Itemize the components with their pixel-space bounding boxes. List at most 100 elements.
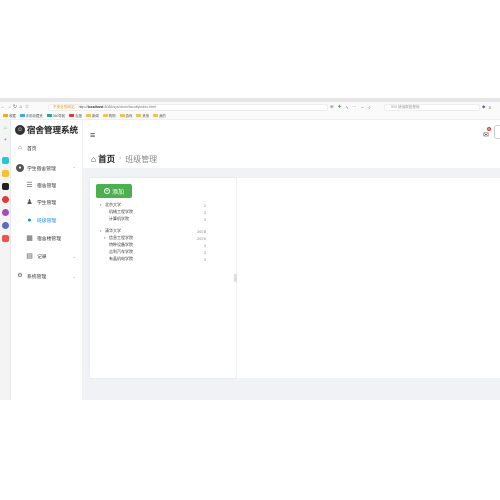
sidebar-item-building[interactable]: ▦ 宿舍楼管理	[25, 234, 61, 243]
tree-node[interactable]: 吉利汽车学院 3	[100, 249, 210, 255]
game-app-icon[interactable]	[2, 183, 9, 190]
sidebar-item-class[interactable]: ● 班级管理	[25, 216, 56, 225]
address-bar[interactable]: 不安全的网站 http:// localhost :8088/sys/dorm/…	[48, 103, 328, 111]
plus-icon: +	[103, 188, 110, 194]
bookmark-item[interactable]: 百度	[69, 113, 82, 118]
screen: ← → ↻ ⌂ ☆ 不安全的网站 http:// localhost :8088…	[0, 98, 500, 400]
url-prefix: http://	[78, 105, 88, 109]
menu-icon[interactable]: ≡	[488, 105, 491, 110]
list-icon: ☰	[26, 182, 33, 189]
app-sidebar: ☺ 宿舍管理系统 ⌂ 首页 ♦ 学生宿舍管理 ⌃ ☰ 宿舍管理 ♟ 学生管理 ●…	[11, 120, 83, 400]
sidebar-item-settings[interactable]: ⚙ 系统管理 ⌄	[16, 272, 82, 280]
sidebar-item-student[interactable]: ♟ 学生管理	[25, 198, 56, 207]
chevron-up-icon: ⌃	[72, 165, 76, 171]
browser-tools: ⊕ ✚ ϟ ⋯ ⌄ ⌕	[330, 102, 371, 112]
breadcrumb-separator: ›	[119, 156, 122, 162]
extension-icon[interactable]: ✚	[338, 104, 342, 110]
url-host: localhost	[87, 105, 104, 109]
folder-icon	[19, 113, 25, 118]
gear-icon: ⚙	[17, 273, 23, 279]
tree-node[interactable]: ▾ 北京大学 2	[100, 202, 210, 208]
tree-node-label: 机械工程学院	[109, 209, 133, 214]
splitter-handle[interactable]	[234, 274, 237, 282]
tree-node-label: 特种设备学院	[109, 242, 133, 247]
bookmark-item[interactable]: 新闻	[85, 113, 99, 118]
record-icon: ▤	[26, 253, 33, 260]
bookmarks-bar: 收藏 手机收藏夹 360导航 百度 新闻 购物 游戏 其他 我的	[0, 112, 500, 120]
bookmark-item[interactable]: 360导航	[46, 113, 65, 118]
more-icon[interactable]: ⋯	[352, 104, 357, 110]
tree-node[interactable]: ▾ 信息工程学院 2676	[100, 235, 210, 241]
bookmark-item[interactable]: 购物	[102, 113, 116, 118]
tree-node-count: 3	[203, 216, 206, 222]
tree-node-count: 3	[203, 256, 206, 262]
tree-node[interactable]: ▾ 清华大学 2678	[100, 228, 210, 234]
lightning-icon[interactable]: ϟ	[346, 105, 348, 110]
add-app-icon[interactable]: +	[2, 137, 9, 144]
sidebar-item-home[interactable]: ⌂ 首页	[16, 144, 36, 152]
tree-node-count: 3	[203, 249, 206, 255]
tree-node-count: 3	[203, 242, 206, 248]
tree-node-label: 计算机学院	[109, 216, 129, 221]
app-title: 宿舍管理系统	[27, 125, 79, 135]
tree-node-label: 信息工程学院	[109, 235, 133, 240]
sidebar-group-dorm[interactable]: ♦ 学生宿舍管理 ⌃	[16, 164, 82, 172]
tree-node[interactable]: 计算机学院 3	[100, 216, 210, 222]
tree-node[interactable]: 机械工程学院 3	[100, 209, 210, 215]
bookmark-item[interactable]: 其他	[136, 113, 149, 118]
favorite-icon[interactable]: ☆	[24, 104, 30, 110]
breadcrumb-current: 班级管理	[125, 154, 158, 164]
security-label: 不安全的网站	[53, 104, 75, 109]
dropdown-icon[interactable]: ⌄	[360, 104, 364, 110]
tree-node-count: 2676	[197, 235, 206, 241]
cloud-app-icon[interactable]	[2, 222, 9, 229]
app-logo: ☺ 宿舍管理系统	[15, 124, 78, 136]
browser-side-strip: ⌂ +	[0, 120, 11, 400]
url-path: :8088/sys/dorm/facultyIndex.html	[103, 105, 156, 109]
tree-node-label: 北京大学	[105, 202, 121, 207]
tree-node[interactable]: 有晶机电学院 3	[100, 256, 210, 262]
folder-icon	[119, 113, 125, 118]
tree-node-count: 2678	[197, 228, 206, 234]
avatar[interactable]	[494, 125, 500, 139]
tree-node-count: 2	[203, 202, 206, 208]
folder-icon	[153, 113, 159, 118]
home-app-icon[interactable]: ⌂	[2, 125, 9, 132]
bookmark-item[interactable]: 游戏	[119, 113, 132, 118]
bookmark-item[interactable]: 手机收藏夹	[19, 113, 43, 118]
sidebar-item-record[interactable]: ▤ 记录 ⌄	[25, 252, 82, 261]
mail-badge: 0	[487, 127, 491, 131]
search-icon[interactable]: ⌕	[368, 105, 371, 110]
folder-icon	[85, 113, 91, 118]
gamepad-app-icon[interactable]	[2, 235, 9, 242]
chevron-down-icon: ⌄	[72, 273, 76, 279]
folder-icon	[69, 113, 75, 118]
shield-icon[interactable]: ◆	[482, 104, 485, 110]
bookmark-item[interactable]: 我的	[153, 113, 166, 118]
home-icon: ⌂	[91, 154, 97, 164]
home-icon: ⌂	[18, 145, 22, 151]
zoom-icon[interactable]: ⊕	[330, 104, 334, 110]
mail-app-icon[interactable]	[2, 157, 9, 164]
folder-icon	[136, 113, 142, 118]
user-icon: ♟	[26, 199, 33, 206]
note-app-icon[interactable]	[2, 170, 9, 177]
tree-node[interactable]: 特种设备学院 3	[100, 242, 210, 248]
breadcrumb-home[interactable]: ⌂ 首页	[91, 153, 115, 165]
folder-icon	[102, 113, 108, 118]
browser-extensions: ◆ ≡	[482, 102, 491, 112]
tree-node-label: 有晶机电学院	[109, 256, 133, 261]
bookmark-item[interactable]: 收藏	[3, 113, 16, 118]
browser-search-input[interactable]: 500 错误原因是啥	[384, 103, 480, 111]
building-icon: ▦	[26, 235, 33, 242]
tree-node-label: 吉利汽车学院	[109, 249, 133, 254]
browser-toolbar: ← → ↻ ⌂ ☆ 不安全的网站 http:// localhost :8088…	[0, 102, 500, 112]
sidebar-item-dorm[interactable]: ☰ 宿舍管理	[25, 181, 56, 190]
weibo-app-icon[interactable]	[2, 196, 9, 203]
hamburger-icon[interactable]: ≡	[90, 130, 95, 140]
video-app-icon[interactable]	[2, 209, 9, 216]
class-icon: ●	[27, 217, 32, 224]
tree-node-count: 3	[203, 209, 206, 215]
add-button[interactable]: + 添加	[96, 184, 132, 198]
mail-icon[interactable]: ✉ 0	[483, 127, 491, 139]
